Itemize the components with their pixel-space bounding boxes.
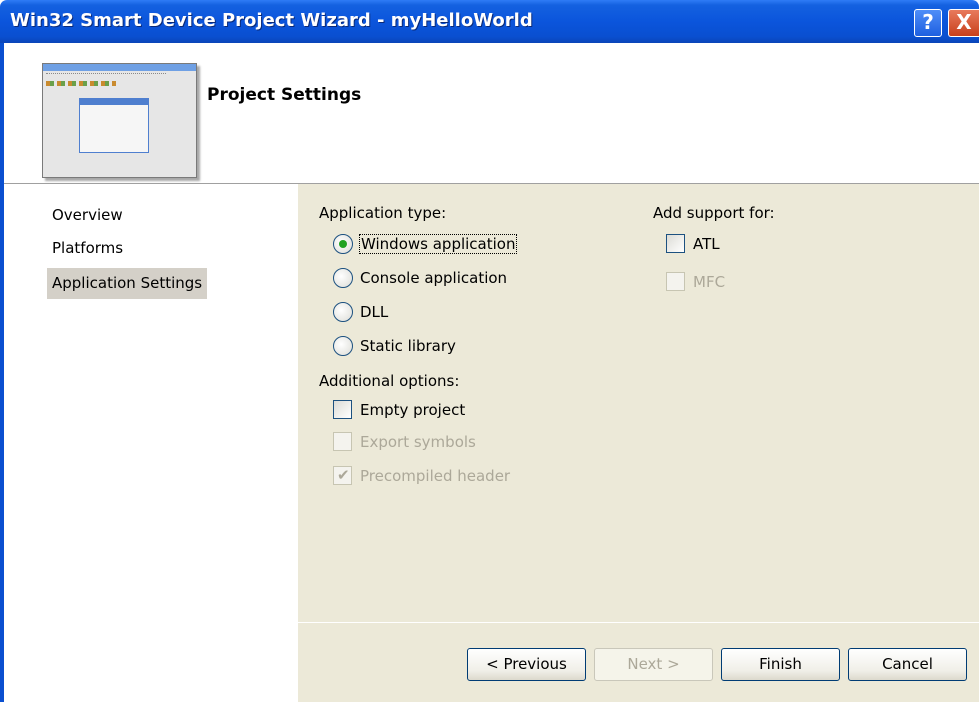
next-button: Next > bbox=[594, 648, 713, 681]
checkbox-label: Export symbols bbox=[360, 433, 476, 451]
settings-panel: Application type: Windows application Co… bbox=[298, 184, 979, 702]
wizard-nav: Overview Platforms Application Settings bbox=[4, 184, 298, 702]
checkbox bbox=[666, 272, 685, 291]
checkbox bbox=[333, 432, 352, 451]
application-type-label: Application type: bbox=[319, 204, 447, 222]
nav-item-overview[interactable]: Overview bbox=[47, 200, 128, 231]
checkbox-label: Empty project bbox=[360, 401, 466, 419]
window-title: Win32 Smart Device Project Wizard - myHe… bbox=[10, 10, 533, 31]
additional-options-label: Additional options: bbox=[319, 372, 460, 390]
radio-button[interactable] bbox=[333, 336, 353, 356]
radio-button[interactable] bbox=[333, 302, 353, 322]
radio-selected-dot bbox=[339, 240, 347, 248]
checkbox-label: MFC bbox=[693, 273, 726, 291]
checkbox[interactable] bbox=[666, 234, 685, 253]
checkmark-icon: ✔ bbox=[337, 466, 350, 484]
radio-label: Windows application bbox=[358, 234, 518, 254]
radio-label: Static library bbox=[360, 337, 456, 355]
radio-label: Console application bbox=[360, 269, 508, 287]
cancel-button[interactable]: Cancel bbox=[848, 648, 967, 681]
previous-button[interactable]: < Previous bbox=[467, 648, 586, 681]
checkbox-label: ATL bbox=[693, 235, 720, 253]
wizard-header: Project Settings bbox=[4, 43, 979, 184]
checkbox-label: Precompiled header bbox=[360, 467, 511, 485]
close-button[interactable]: X bbox=[948, 9, 979, 37]
help-button[interactable]: ? bbox=[914, 9, 942, 37]
title-bar[interactable]: Win32 Smart Device Project Wizard - myHe… bbox=[0, 0, 979, 43]
add-support-label: Add support for: bbox=[653, 204, 775, 222]
checkbox[interactable] bbox=[333, 400, 352, 419]
radio-label: DLL bbox=[360, 303, 389, 321]
nav-item-application-settings[interactable]: Application Settings bbox=[47, 268, 208, 299]
radio-button[interactable] bbox=[333, 268, 353, 288]
wizard-banner-icon bbox=[42, 63, 197, 178]
finish-button[interactable]: Finish bbox=[721, 648, 840, 681]
checkbox: ✔ bbox=[333, 466, 352, 485]
radio-button[interactable] bbox=[333, 234, 353, 254]
nav-item-platforms[interactable]: Platforms bbox=[47, 233, 128, 264]
button-bar-divider bbox=[298, 622, 979, 623]
page-title: Project Settings bbox=[207, 85, 362, 105]
